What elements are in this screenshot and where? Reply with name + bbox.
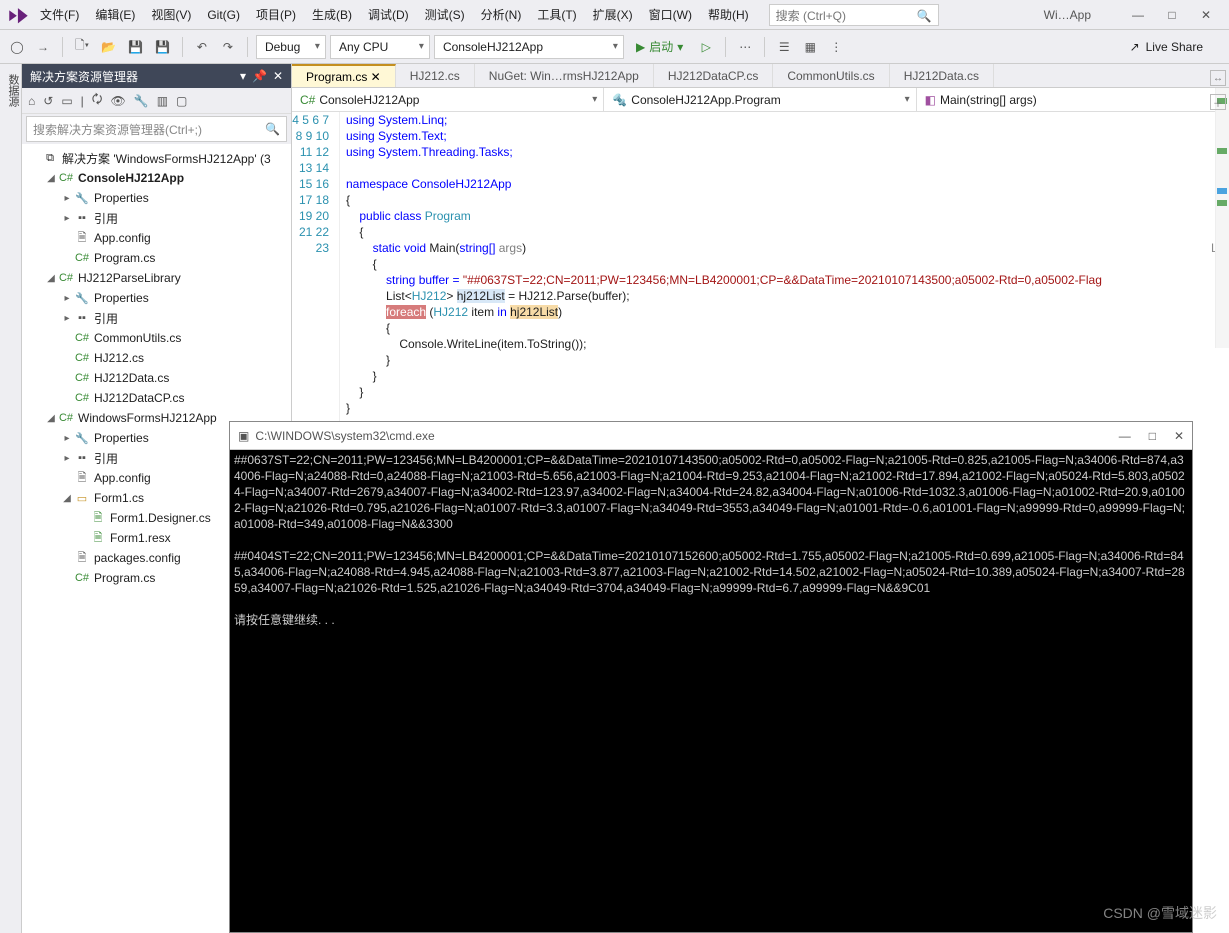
menu-item[interactable]: 工具(T) bbox=[529, 8, 584, 22]
pin-icon[interactable]: 📌 bbox=[252, 69, 267, 83]
tree-item[interactable]: ▸▪▪引用 bbox=[22, 208, 291, 228]
console-titlebar[interactable]: ▣ C:\WINDOWS\system32\cmd.exe — □ ✕ bbox=[230, 422, 1192, 450]
startup-project-combo[interactable]: ConsoleHJ212App bbox=[434, 35, 624, 59]
editor-tab[interactable]: CommonUtils.cs bbox=[773, 64, 889, 87]
nav-back-icon[interactable]: ◯ bbox=[6, 35, 28, 59]
start-noDebug-icon[interactable]: ▷ bbox=[695, 35, 717, 59]
live-share-button[interactable]: ↗ Live Share bbox=[1130, 40, 1223, 54]
menu-item[interactable]: Git(G) bbox=[199, 8, 248, 22]
nav-fwd-icon[interactable]: → bbox=[32, 35, 54, 59]
tree-item[interactable]: C#Program.cs bbox=[22, 248, 291, 268]
menu-item[interactable]: 调试(D) bbox=[360, 8, 417, 22]
tree-item[interactable]: ▸🔧Properties bbox=[22, 188, 291, 208]
watermark: CSDN @雪域迷影 bbox=[1103, 903, 1217, 923]
tree-item[interactable]: 🗎App.config bbox=[22, 228, 291, 248]
live-share-icon: ↗ bbox=[1130, 40, 1140, 54]
tree-item[interactable]: C#HJ212.cs bbox=[22, 348, 291, 368]
menu-item[interactable]: 生成(B) bbox=[304, 8, 360, 22]
save-icon[interactable]: 💾 bbox=[124, 35, 147, 59]
toolbar: ◯ → 🗋▾ 📂 💾 💾 ↶ ↷ Debug Any CPU ConsoleHJ… bbox=[0, 30, 1229, 64]
editor-tabs: Program.cs ✕HJ212.csNuGet: Win…rmsHJ212A… bbox=[292, 64, 1229, 88]
tree-item[interactable]: C#CommonUtils.cs bbox=[22, 328, 291, 348]
menu-item[interactable]: 分析(N) bbox=[473, 8, 530, 22]
close-icon[interactable]: ✕ bbox=[1189, 3, 1223, 27]
menu-item[interactable]: 测试(S) bbox=[417, 8, 473, 22]
new-project-icon[interactable]: 🗋▾ bbox=[71, 35, 93, 59]
nav-project-combo[interactable]: C#ConsoleHJ212App bbox=[292, 88, 604, 111]
maximize-icon[interactable]: □ bbox=[1155, 3, 1189, 27]
left-toolwindow-tab[interactable]: 数据源 bbox=[0, 64, 22, 933]
menu-item[interactable]: 扩展(X) bbox=[585, 8, 641, 22]
preview-icon[interactable]: ▢ bbox=[176, 94, 187, 108]
solution-explorer-toolbar: ⌂ ↺ ▭ | 🗘 👁 🔧 ▥ ▢ bbox=[22, 88, 291, 114]
console-window: ▣ C:\WINDOWS\system32\cmd.exe — □ ✕ ##06… bbox=[229, 421, 1193, 933]
titlebar: 文件(F)编辑(E)视图(V)Git(G)项目(P)生成(B)调试(D)测试(S… bbox=[0, 0, 1229, 30]
split-icon[interactable]: ↔ bbox=[1210, 70, 1226, 86]
tool-icon-1[interactable]: ⋯ bbox=[734, 35, 756, 59]
layout-icon[interactable]: ☰ bbox=[773, 35, 795, 59]
grid-icon[interactable]: ▦ bbox=[799, 35, 821, 59]
cmd-icon: ▣ bbox=[238, 428, 249, 444]
menu-item[interactable]: 帮助(H) bbox=[700, 8, 757, 22]
config-combo[interactable]: Debug bbox=[256, 35, 326, 59]
save-all-icon[interactable]: 💾 bbox=[151, 35, 174, 59]
console-close-icon[interactable]: ✕ bbox=[1174, 428, 1184, 444]
redo-icon[interactable]: ↷ bbox=[217, 35, 239, 59]
app-title: Wi…App bbox=[1014, 8, 1121, 22]
editor-tab[interactable]: HJ212Data.cs bbox=[890, 64, 994, 87]
misc-icon[interactable]: ⋮ bbox=[825, 35, 847, 59]
tree-item[interactable]: ◢C#ConsoleHJ212App bbox=[22, 168, 291, 188]
console-max-icon[interactable]: □ bbox=[1149, 428, 1156, 444]
collapse-icon[interactable]: ▭ bbox=[61, 94, 72, 108]
undo-icon[interactable]: ↶ bbox=[191, 35, 213, 59]
menu-item[interactable]: 项目(P) bbox=[248, 8, 304, 22]
console-output: ##0637ST=22;CN=2011;PW=123456;MN=LB42000… bbox=[230, 450, 1192, 932]
editor-tab[interactable]: HJ212.cs bbox=[396, 64, 475, 87]
properties-icon[interactable]: 🔧 bbox=[134, 94, 149, 108]
editor-navbar: C#ConsoleHJ212App 🔩ConsoleHJ212App.Progr… bbox=[292, 88, 1229, 112]
tree-item[interactable]: C#HJ212DataCP.cs bbox=[22, 388, 291, 408]
nav-class-combo[interactable]: 🔩ConsoleHJ212App.Program bbox=[604, 88, 916, 111]
menu-item[interactable]: 视图(V) bbox=[143, 8, 199, 22]
tree-item[interactable]: ⧉解决方案 'WindowsFormsHJ212App' (3 bbox=[22, 148, 291, 168]
refresh-icon[interactable]: 🗘 bbox=[92, 90, 103, 111]
home-icon[interactable]: ⌂ bbox=[28, 94, 35, 108]
panel-menu-icon[interactable]: ▾ bbox=[240, 69, 246, 83]
menu-item[interactable]: 编辑(E) bbox=[87, 8, 143, 22]
platform-combo[interactable]: Any CPU bbox=[330, 35, 430, 59]
menu-item[interactable]: 文件(F) bbox=[32, 8, 87, 22]
editor-tab[interactable]: HJ212DataCP.cs bbox=[654, 64, 774, 87]
tree-item[interactable]: C#HJ212Data.cs bbox=[22, 368, 291, 388]
solution-search-input[interactable]: 搜索解决方案资源管理器(Ctrl+;) 🔍 bbox=[26, 116, 287, 142]
open-icon[interactable]: 📂 bbox=[97, 35, 120, 59]
filter-icon[interactable]: ▥ bbox=[157, 94, 168, 108]
nav-member-combo[interactable]: ◧Main(string[] args) bbox=[917, 88, 1229, 111]
search-input[interactable]: 搜索 (Ctrl+Q) 🔍 bbox=[769, 4, 939, 26]
editor-tab[interactable]: Program.cs ✕ bbox=[292, 64, 396, 87]
editor-tab[interactable]: NuGet: Win…rmsHJ212App bbox=[475, 64, 654, 87]
sync-icon[interactable]: ↺ bbox=[43, 94, 53, 108]
add-icon[interactable]: ＋ bbox=[1210, 94, 1226, 110]
editor-right-tools: ↔ ＋ bbox=[1207, 64, 1229, 364]
show-all-icon[interactable]: 👁 bbox=[111, 94, 126, 108]
start-button[interactable]: ▶ 启动 ▾ bbox=[628, 35, 691, 59]
panel-close-icon[interactable]: ✕ bbox=[273, 69, 283, 83]
tree-item[interactable]: ▸▪▪引用 bbox=[22, 308, 291, 328]
menu-item[interactable]: 窗口(W) bbox=[641, 8, 700, 22]
vs-logo-icon bbox=[6, 6, 32, 24]
search-placeholder: 搜索 (Ctrl+Q) bbox=[776, 9, 846, 23]
search-icon: 🔍 bbox=[265, 122, 280, 136]
minimize-icon[interactable]: — bbox=[1121, 3, 1155, 27]
tree-item[interactable]: ▸🔧Properties bbox=[22, 288, 291, 308]
search-icon: 🔍 bbox=[917, 5, 932, 27]
console-min-icon[interactable]: — bbox=[1119, 428, 1131, 444]
tree-item[interactable]: ◢C#HJ212ParseLibrary bbox=[22, 268, 291, 288]
solution-explorer-header: 解决方案资源管理器 ▾ 📌 ✕ bbox=[22, 64, 291, 88]
